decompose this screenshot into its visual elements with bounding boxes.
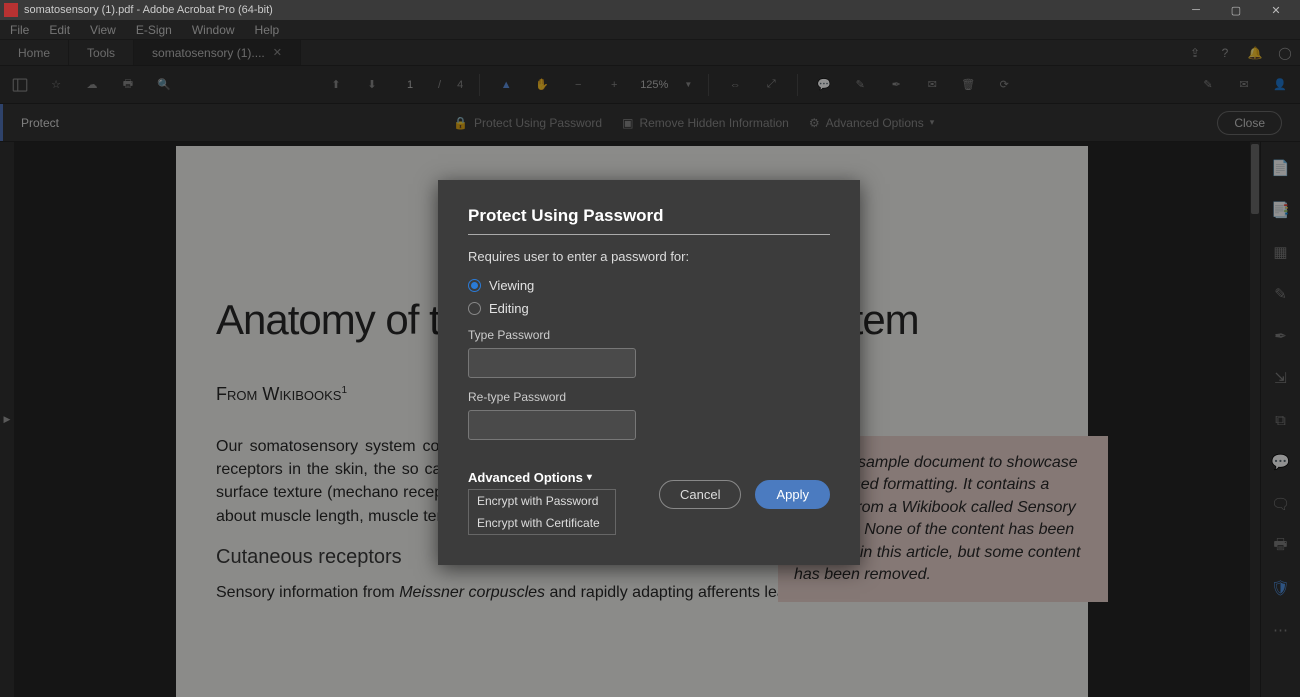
cancel-button[interactable]: Cancel <box>659 480 741 509</box>
radio-editing-row[interactable]: Editing <box>468 301 830 316</box>
type-password-input[interactable] <box>468 348 636 378</box>
dialog-title: Protect Using Password <box>468 206 830 235</box>
advanced-options-text: Advanced Options <box>468 470 583 485</box>
encrypt-with-certificate-item[interactable]: Encrypt with Certificate <box>469 512 615 534</box>
window-title: somatosensory (1).pdf - Adobe Acrobat Pr… <box>24 4 273 16</box>
apply-button[interactable]: Apply <box>755 480 830 509</box>
close-window-button[interactable]: ✕ <box>1256 0 1296 20</box>
app-icon <box>4 3 18 17</box>
radio-viewing-row[interactable]: Viewing <box>468 278 830 293</box>
radio-editing-label: Editing <box>489 301 529 316</box>
radio-editing[interactable] <box>468 302 481 315</box>
title-bar: somatosensory (1).pdf - Adobe Acrobat Pr… <box>0 0 1300 20</box>
radio-viewing[interactable] <box>468 279 481 292</box>
type-password-label: Type Password <box>468 328 830 342</box>
encrypt-with-password-item[interactable]: Encrypt with Password <box>469 490 615 512</box>
retype-password-label: Re-type Password <box>468 390 830 404</box>
minimize-button[interactable]: ─ <box>1176 0 1216 20</box>
maximize-button[interactable]: ▢ <box>1216 0 1256 20</box>
protect-password-dialog: Protect Using Password Requires user to … <box>438 180 860 565</box>
dialog-hint: Requires user to enter a password for: <box>468 249 830 264</box>
retype-password-input[interactable] <box>468 410 636 440</box>
radio-viewing-label: Viewing <box>489 278 534 293</box>
advanced-options-menu: Encrypt with Password Encrypt with Certi… <box>468 489 616 535</box>
chevron-down-icon: ▾ <box>587 472 592 483</box>
